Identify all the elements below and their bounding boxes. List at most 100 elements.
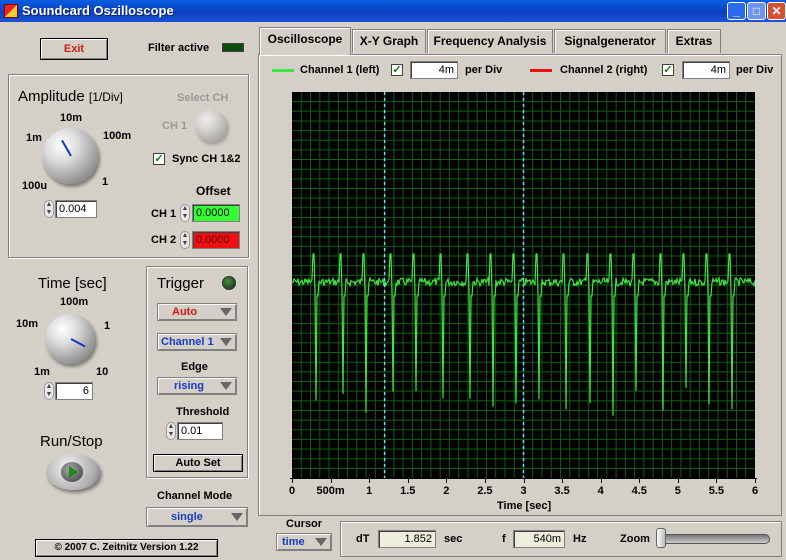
exit-button[interactable]: Exit xyxy=(40,38,108,60)
run-stop-label: Run/Stop xyxy=(40,433,103,450)
ch2-offset-spinner[interactable]: ▲ ▼ xyxy=(180,231,190,249)
ch2-offset-input[interactable]: 0.0000 xyxy=(192,231,240,249)
x-tick-label: 2.5 xyxy=(477,485,493,497)
ch1-toggle-label: CH 1 xyxy=(162,120,188,132)
tab-frequency-analysis[interactable]: Frequency Analysis xyxy=(427,29,553,53)
filter-label: Filter active xyxy=(148,42,210,54)
f-label: f xyxy=(502,533,506,545)
maximize-button[interactable]: □ xyxy=(747,2,766,20)
cursor-label: Cursor xyxy=(286,518,323,530)
x-tick-label: 500m xyxy=(316,485,345,497)
minimize-button[interactable]: _ xyxy=(727,2,746,20)
trigger-title: Trigger xyxy=(157,275,204,292)
play-icon xyxy=(69,466,78,478)
tab-xy-graph[interactable]: X-Y Graph xyxy=(352,29,426,53)
time-title: Time [sec] xyxy=(38,275,107,292)
trigger-mode-select[interactable]: Auto xyxy=(157,303,237,321)
channel-mode-label: Channel Mode xyxy=(157,490,233,502)
x-tick-mark xyxy=(484,478,486,483)
amp-label-1m: 1m xyxy=(26,132,42,144)
x-tick-mark xyxy=(677,478,679,483)
threshold-label: Threshold xyxy=(176,406,230,418)
x-tick-label: 6 xyxy=(751,485,759,497)
filter-led xyxy=(222,43,244,52)
amplitude-knob[interactable] xyxy=(42,128,98,184)
auto-set-button[interactable]: Auto Set xyxy=(153,454,243,472)
x-tick-mark xyxy=(716,478,718,483)
amp-label-100m: 100m xyxy=(103,130,132,142)
tab-signalgenerator[interactable]: Signalgenerator xyxy=(554,29,666,53)
oscilloscope-window: Soundcard Oszilloscope _ □ ✕ Exit Filter… xyxy=(0,0,786,560)
f-readout: 540m xyxy=(513,530,565,548)
ch1-offset-label: CH 1 xyxy=(151,208,177,220)
amp-label-100u: 100u xyxy=(22,180,48,192)
time-spinner[interactable]: ▲ ▼ xyxy=(44,382,54,400)
ch1-per-div-input[interactable]: 4m xyxy=(410,61,458,79)
ch2-visible-checkbox[interactable]: ✓ xyxy=(662,64,674,76)
time-label-1: 1 xyxy=(104,320,111,332)
ch1-visible-checkbox[interactable]: ✓ xyxy=(391,64,403,76)
amp-label-10m: 10m xyxy=(60,112,83,124)
time-knob-needle xyxy=(70,338,86,348)
title-bar[interactable]: Soundcard Oszilloscope _ □ ✕ xyxy=(0,0,786,22)
ch1-offset-input[interactable]: 0.0000 xyxy=(192,204,240,222)
x-tick-label: 1 xyxy=(366,485,373,497)
amplitude-title: Amplitude [1/Div] xyxy=(18,88,123,105)
edge-label: Edge xyxy=(181,361,208,373)
ch1-legend-label: Channel 1 (left) xyxy=(300,64,380,76)
x-tick-mark xyxy=(755,478,756,483)
zoom-slider-handle[interactable] xyxy=(656,528,666,548)
x-tick-label: 4.5 xyxy=(631,485,647,497)
x-tick-mark xyxy=(600,478,602,483)
tab-extras[interactable]: Extras xyxy=(667,29,721,53)
x-tick-mark xyxy=(562,478,564,483)
offset-title: Offset xyxy=(196,184,231,198)
time-label-10: 10 xyxy=(96,366,109,378)
trigger-channel-select[interactable]: Channel 1 xyxy=(157,333,237,351)
copyright-label: © 2007 C. Zeitnitz Version 1.22 xyxy=(35,539,218,557)
tab-oscilloscope[interactable]: Oscilloscope xyxy=(259,27,351,55)
ch1-offset-spinner[interactable]: ▲ ▼ xyxy=(180,204,190,222)
oscilloscope-plot[interactable] xyxy=(292,92,755,478)
ch1-per-div-label: per Div xyxy=(465,64,503,76)
amplitude-spinner[interactable]: ▲ ▼ xyxy=(44,200,54,218)
x-tick-mark xyxy=(292,478,293,483)
run-indicator xyxy=(61,462,83,482)
ch2-per-div-label: per Div xyxy=(736,64,774,76)
amp-label-1: 1 xyxy=(102,176,109,188)
plot-svg xyxy=(292,92,755,478)
run-stop-button[interactable] xyxy=(46,454,100,490)
edge-select[interactable]: rising xyxy=(157,377,237,395)
x-tick-label: 4 xyxy=(597,485,604,497)
x-tick-mark xyxy=(369,478,371,483)
ch2-legend-label: Channel 2 (right) xyxy=(560,64,648,76)
threshold-spinner[interactable]: ▲ ▼ xyxy=(166,422,176,440)
ch2-offset-label: CH 2 xyxy=(151,234,177,246)
close-button[interactable]: ✕ xyxy=(767,2,786,20)
time-knob[interactable] xyxy=(45,314,95,364)
x-tick-mark xyxy=(330,478,332,483)
select-ch-toggle[interactable] xyxy=(195,110,227,142)
x-tick-label: 5 xyxy=(674,485,681,497)
x-tick-label: 3 xyxy=(520,485,527,497)
sync-checkbox[interactable]: ✓ xyxy=(153,153,165,165)
trigger-led xyxy=(222,276,236,290)
amplitude-knob-needle xyxy=(61,139,72,157)
x-tick-mark xyxy=(446,478,448,483)
time-label-100m: 100m xyxy=(60,296,89,308)
threshold-input[interactable]: 0.01 xyxy=(177,422,223,440)
dt-readout: 1.852 xyxy=(378,530,436,548)
ch2-per-div-input[interactable]: 4m xyxy=(682,61,730,79)
ch1-legend-line xyxy=(272,69,294,72)
cursor-mode-select[interactable]: time xyxy=(276,533,332,551)
sync-label: Sync CH 1&2 xyxy=(172,153,241,165)
app-icon xyxy=(4,4,18,18)
amplitude-input[interactable]: 0.004 xyxy=(55,200,97,218)
zoom-slider-track[interactable] xyxy=(658,534,770,544)
x-tick-label: 5.5 xyxy=(708,485,725,497)
channel-mode-select[interactable]: single xyxy=(146,507,248,527)
x-axis-label: Time [sec] xyxy=(497,500,552,512)
select-ch-label: Select CH xyxy=(177,92,229,104)
ch2-legend-line xyxy=(530,69,552,72)
time-input[interactable]: 6 xyxy=(55,382,93,400)
